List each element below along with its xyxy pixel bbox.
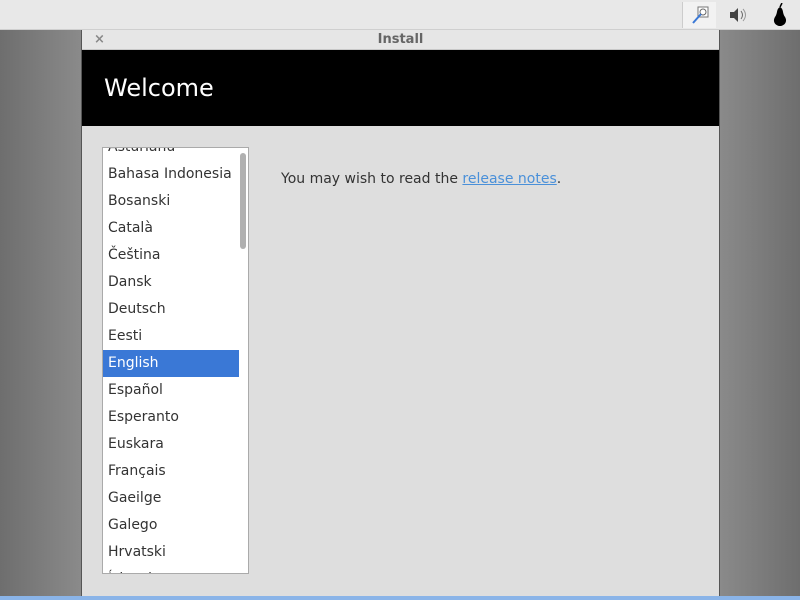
magnifier-icon[interactable] — [682, 2, 716, 28]
title-bar: × Install — [82, 30, 719, 50]
language-item[interactable]: Bosanski — [103, 188, 239, 215]
language-item[interactable]: Čeština — [103, 242, 239, 269]
bottom-edge — [0, 596, 800, 600]
language-item[interactable]: Íslenska — [103, 566, 239, 573]
language-item[interactable]: Euskara — [103, 431, 239, 458]
release-notes-message: You may wish to read the release notes. — [281, 171, 561, 187]
message-text: You may wish to read the — [281, 171, 463, 187]
language-item[interactable]: Español — [103, 377, 239, 404]
window-title: Install — [377, 32, 424, 47]
language-item[interactable]: Français — [103, 458, 239, 485]
page-title: Welcome — [104, 74, 214, 102]
pear-icon[interactable] — [766, 2, 794, 28]
language-item[interactable]: English — [103, 350, 239, 377]
language-item[interactable]: Galego — [103, 512, 239, 539]
scrollbar-thumb[interactable] — [240, 153, 246, 249]
language-list[interactable]: Asturianu Bahasa Indonesia Bosanski Català Č… — [102, 147, 249, 574]
message-suffix: . — [556, 171, 562, 187]
language-item[interactable]: Eesti — [103, 323, 239, 350]
language-item[interactable]: Gaeilge — [103, 485, 239, 512]
volume-icon[interactable] — [724, 2, 752, 28]
language-item[interactable]: Dansk — [103, 269, 239, 296]
install-window: × Install Welcome Asturianu Bahasa Indone… — [81, 30, 720, 600]
language-item[interactable]: Asturianu — [103, 148, 239, 161]
top-panel — [0, 0, 800, 30]
language-item[interactable]: Bahasa Indonesia — [103, 161, 239, 188]
language-item[interactable]: Català — [103, 215, 239, 242]
language-item[interactable]: Hrvatski — [103, 539, 239, 566]
language-item[interactable]: Esperanto — [103, 404, 239, 431]
release-notes-link[interactable]: release notes — [462, 171, 556, 187]
welcome-header: Welcome — [82, 50, 719, 126]
close-button[interactable]: × — [94, 30, 105, 50]
language-item[interactable]: Deutsch — [103, 296, 239, 323]
